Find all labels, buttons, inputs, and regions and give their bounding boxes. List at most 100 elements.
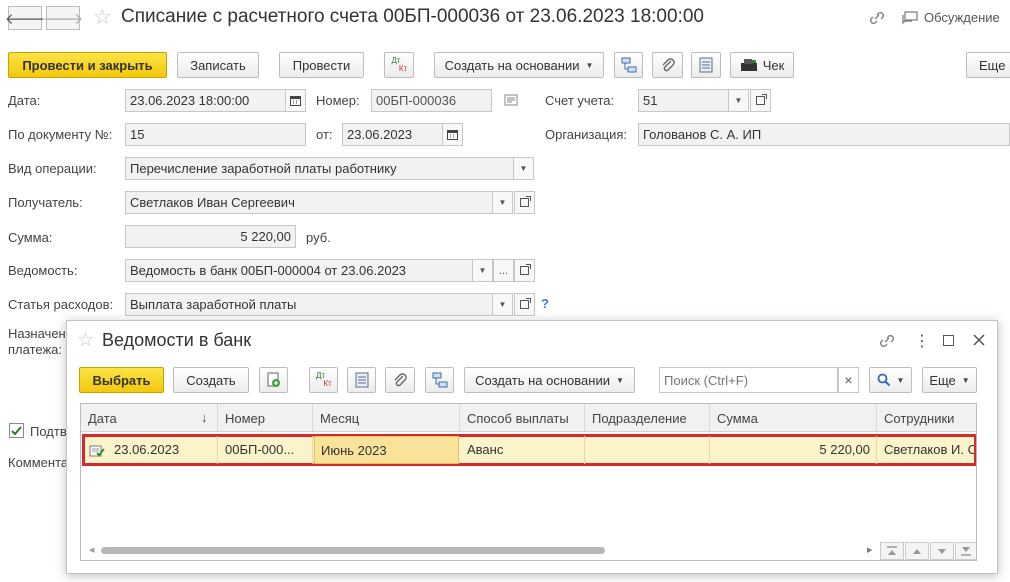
- checkmark-icon: [11, 426, 22, 436]
- organization-label: Организация:: [545, 127, 628, 142]
- doc-no-label: По документу №:: [8, 127, 113, 142]
- dialog-link-icon[interactable]: [878, 333, 896, 349]
- back-button[interactable]: 🡐: [4, 6, 46, 30]
- organization-field[interactable]: Голованов С. А. ИП: [638, 123, 1010, 146]
- operation-select[interactable]: Перечисление заработной платы работнику …: [125, 157, 534, 180]
- dialog-star-icon[interactable]: ☆: [77, 329, 94, 352]
- expense-dropdown-button[interactable]: ▼: [492, 294, 512, 315]
- recipient-dropdown-button[interactable]: ▼: [492, 192, 512, 213]
- dtkt-button[interactable]: Дт Кт: [384, 52, 414, 78]
- create-button[interactable]: Создать: [173, 367, 249, 393]
- more-button[interactable]: Еще: [966, 52, 1010, 78]
- doc-no-field[interactable]: 15: [125, 123, 306, 146]
- number-edit-icon[interactable]: [504, 94, 518, 106]
- column-header-number[interactable]: Номер: [218, 404, 313, 432]
- copy-add-icon: [267, 372, 280, 387]
- arrow-left-icon: 🡐: [4, 10, 46, 28]
- create-based-on-button[interactable]: Создать на основании ▼: [434, 52, 604, 78]
- close-icon[interactable]: [972, 333, 986, 347]
- statement-choose-button[interactable]: ...: [493, 259, 514, 282]
- maximize-icon[interactable]: [943, 335, 954, 346]
- account-dropdown-button[interactable]: ▼: [728, 90, 748, 111]
- statement-dropdown-button[interactable]: ▼: [472, 260, 492, 281]
- expense-open-button[interactable]: [514, 293, 535, 316]
- open-icon: [520, 298, 531, 309]
- column-header-department[interactable]: Подразделение: [585, 404, 710, 432]
- dialog-more-button[interactable]: Еще ▼: [922, 367, 977, 393]
- statement-field[interactable]: Ведомость в банк 00БП-000004 от 23.06.20…: [125, 259, 493, 282]
- expense-field[interactable]: Выплата заработной платы ▼: [125, 293, 513, 316]
- open-icon: [756, 94, 767, 105]
- scroll-last-button[interactable]: [955, 542, 976, 560]
- scroll-up-button[interactable]: [905, 542, 929, 560]
- purpose-label: Назначен: [8, 326, 66, 341]
- sum-field[interactable]: 5 220,00: [125, 225, 296, 248]
- account-field[interactable]: 51 ▼: [638, 89, 749, 112]
- dialog-attach-button[interactable]: [385, 367, 415, 393]
- dialog-menu-icon[interactable]: ⋮: [914, 331, 930, 351]
- statements-dialog: ☆ Ведомости в банк ⋮ Выбрать Создать Дт …: [66, 320, 998, 574]
- document-posted-icon: [89, 444, 105, 458]
- dialog-dtkt-button[interactable]: Дт Кт: [309, 367, 338, 393]
- from-date-value: 23.06.2023: [347, 127, 413, 142]
- recipient-label: Получатель:: [8, 195, 83, 210]
- operation-label: Вид операции:: [8, 161, 97, 176]
- calendar-icon: [447, 130, 458, 140]
- hierarchy-icon: [432, 372, 447, 388]
- document-list-icon: [699, 57, 713, 73]
- post-button[interactable]: Провести: [279, 52, 364, 78]
- scroll-first-button[interactable]: [880, 542, 904, 560]
- recipient-field[interactable]: Светлаков Иван Сергеевич ▼: [125, 191, 513, 214]
- link-icon[interactable]: [868, 10, 886, 26]
- column-header-date[interactable]: Дата ↓: [81, 404, 218, 432]
- copy-button[interactable]: [259, 367, 288, 393]
- account-open-button[interactable]: [750, 89, 771, 112]
- sum-label: Сумма:: [8, 230, 53, 245]
- structure-button[interactable]: [614, 52, 643, 78]
- star-icon[interactable]: ☆: [93, 5, 112, 30]
- kt-label: Кт: [398, 64, 408, 73]
- search-button[interactable]: ▼: [869, 367, 912, 393]
- arrow-right-icon: 🡒: [42, 10, 84, 28]
- check-button[interactable]: Чек: [730, 52, 794, 78]
- chevron-down-icon: ▼: [615, 375, 624, 385]
- calendar-button[interactable]: [285, 90, 305, 111]
- search-input[interactable]: [659, 367, 838, 393]
- horizontal-scrollbar[interactable]: [101, 547, 605, 554]
- list-button[interactable]: [691, 52, 721, 78]
- to-top-icon: [887, 546, 897, 555]
- cell-department: [586, 436, 710, 464]
- column-header-method[interactable]: Способ выплаты: [460, 404, 585, 432]
- attach-button[interactable]: [652, 52, 683, 78]
- number-label: Номер:: [316, 93, 360, 108]
- confirm-checkbox[interactable]: [9, 423, 24, 438]
- from-date-field[interactable]: 23.06.2023: [342, 123, 463, 146]
- post-and-close-button[interactable]: Провести и закрыть: [8, 52, 167, 78]
- column-header-sum[interactable]: Сумма: [710, 404, 877, 432]
- operation-dropdown-button[interactable]: ▼: [513, 158, 533, 179]
- statement-open-button[interactable]: [514, 259, 535, 282]
- date-field[interactable]: 23.06.2023 18:00:00: [125, 89, 306, 112]
- scroll-right-icon[interactable]: ▶: [867, 546, 873, 554]
- recipient-open-button[interactable]: [514, 191, 535, 214]
- cell-employees: Светлаков И. С.: [884, 442, 974, 457]
- save-button[interactable]: Записать: [177, 52, 259, 78]
- check-label: Чек: [762, 57, 785, 73]
- dialog-structure-button[interactable]: [425, 367, 454, 393]
- dialog-list-button[interactable]: [347, 367, 376, 393]
- number-field[interactable]: 00БП-000036: [371, 89, 492, 112]
- forward-button[interactable]: 🡒: [42, 6, 84, 30]
- help-icon[interactable]: ?: [541, 296, 549, 311]
- discussion-icon: [902, 11, 918, 25]
- select-button[interactable]: Выбрать: [79, 367, 164, 393]
- scroll-down-button[interactable]: [930, 542, 954, 560]
- scroll-left-icon[interactable]: ◀: [89, 546, 95, 554]
- from-calendar-button[interactable]: [442, 124, 462, 145]
- open-icon: [520, 264, 531, 275]
- discussion-link[interactable]: Обсуждение: [924, 10, 1000, 25]
- column-header-employees[interactable]: Сотрудники: [877, 404, 976, 432]
- dialog-create-based-on-button[interactable]: Создать на основании ▼: [464, 367, 635, 393]
- column-header-month[interactable]: Месяц: [313, 404, 460, 432]
- clear-search-button[interactable]: ×: [838, 367, 859, 393]
- search-icon: [877, 373, 890, 387]
